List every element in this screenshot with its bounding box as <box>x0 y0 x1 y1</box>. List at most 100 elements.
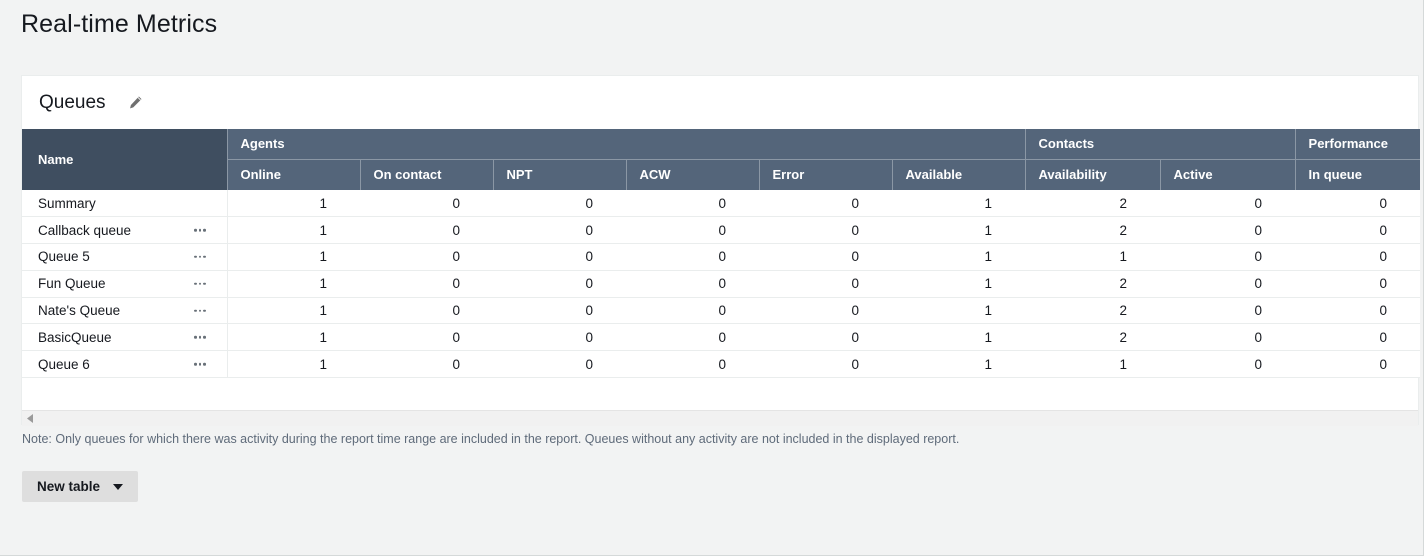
metric-cell: 0 <box>1160 324 1295 351</box>
table-row: Queue 6100001100 <box>22 351 1420 378</box>
new-table-button[interactable]: New table <box>22 471 138 502</box>
sub-header-row: Online On contact NPT ACW Error Availabl… <box>22 159 1420 190</box>
card-title: Queues <box>39 92 106 114</box>
column-header-on-contact[interactable]: On contact <box>360 159 493 190</box>
metric-cell: 0 <box>360 270 493 297</box>
column-header-online[interactable]: Online <box>227 159 360 190</box>
metric-cell: 1 <box>892 270 1025 297</box>
column-header-error[interactable]: Error <box>759 159 892 190</box>
metric-cell: 1 <box>227 270 360 297</box>
metric-cell: 0 <box>360 190 493 217</box>
metric-cell: 1 <box>892 217 1025 244</box>
group-header-performance: Performance <box>1295 129 1420 159</box>
metric-cell: 1 <box>1025 244 1160 271</box>
row-name-label: Callback queue <box>38 223 131 238</box>
column-header-in-queue[interactable]: In queue <box>1295 159 1420 190</box>
row-name-label: Queue 6 <box>38 357 90 372</box>
metric-cell: 2 <box>1025 190 1160 217</box>
caret-left-icon[interactable] <box>22 411 38 427</box>
queues-metrics-table: Name Agents Contacts Performance Online … <box>22 129 1420 378</box>
row-menu-icon[interactable] <box>194 229 206 232</box>
metric-cell: 1 <box>1025 351 1160 378</box>
metric-cell: 0 <box>1160 244 1295 271</box>
metric-cell: 0 <box>360 244 493 271</box>
realtime-metrics-page: Real-time Metrics Queues <box>0 0 1424 556</box>
metric-cell: 0 <box>360 217 493 244</box>
metric-cell: 0 <box>360 351 493 378</box>
new-table-label: New table <box>37 479 100 494</box>
row-name-label: Nate's Queue <box>38 303 120 318</box>
metric-cell: 0 <box>1295 324 1420 351</box>
row-name-label: Fun Queue <box>38 276 106 291</box>
table-body: Summary100001200Callback queue100001200Q… <box>22 190 1420 378</box>
metric-cell: 0 <box>493 324 626 351</box>
group-header-row: Name Agents Contacts Performance <box>22 129 1420 159</box>
metric-cell: 0 <box>626 297 759 324</box>
metric-cell: 2 <box>1025 297 1160 324</box>
metric-cell: 1 <box>892 297 1025 324</box>
metric-cell: 0 <box>360 297 493 324</box>
row-menu-icon[interactable] <box>194 336 206 339</box>
row-menu-icon[interactable] <box>194 283 206 286</box>
metric-cell: 0 <box>1160 217 1295 244</box>
table-head: Name Agents Contacts Performance Online … <box>22 129 1420 190</box>
row-name-cell: Fun Queue <box>22 270 227 297</box>
table-row: Queue 5100001100 <box>22 244 1420 271</box>
table-row: Callback queue100001200 <box>22 217 1420 244</box>
metric-cell: 0 <box>759 297 892 324</box>
group-header-contacts: Contacts <box>1025 129 1295 159</box>
row-name-label: BasicQueue <box>38 330 112 345</box>
metric-cell: 0 <box>759 270 892 297</box>
card-header: Queues <box>22 76 1418 129</box>
metric-cell: 1 <box>227 324 360 351</box>
row-menu-icon[interactable] <box>194 256 206 259</box>
column-header-acw[interactable]: ACW <box>626 159 759 190</box>
metric-cell: 1 <box>227 217 360 244</box>
metric-cell: 0 <box>493 190 626 217</box>
page-title: Real-time Metrics <box>21 10 217 39</box>
metric-cell: 0 <box>1295 244 1420 271</box>
column-header-available[interactable]: Available <box>892 159 1025 190</box>
row-name-label: Queue 5 <box>38 249 90 264</box>
metric-cell: 0 <box>759 324 892 351</box>
metric-cell: 0 <box>626 270 759 297</box>
metric-cell: 0 <box>759 351 892 378</box>
row-menu-icon[interactable] <box>194 309 206 312</box>
metric-cell: 0 <box>759 217 892 244</box>
metric-cell: 0 <box>360 324 493 351</box>
metric-cell: 0 <box>493 217 626 244</box>
report-note: Note: Only queues for which there was ac… <box>22 432 959 446</box>
metric-cell: 1 <box>892 190 1025 217</box>
metric-cell: 1 <box>227 351 360 378</box>
row-name-cell: Queue 6 <box>22 351 227 378</box>
column-header-name[interactable]: Name <box>22 129 227 190</box>
metrics-table-container: Name Agents Contacts Performance Online … <box>22 129 1420 378</box>
metric-cell: 0 <box>1295 190 1420 217</box>
metric-cell: 0 <box>1160 190 1295 217</box>
horizontal-scrollbar[interactable] <box>22 410 1418 426</box>
metric-cell: 0 <box>626 244 759 271</box>
table-row: BasicQueue100001200 <box>22 324 1420 351</box>
row-menu-icon[interactable] <box>194 363 206 366</box>
row-name-cell: Callback queue <box>22 217 227 244</box>
metric-cell: 0 <box>493 351 626 378</box>
metric-cell: 1 <box>892 351 1025 378</box>
metric-cell: 0 <box>493 297 626 324</box>
metric-cell: 0 <box>1295 297 1420 324</box>
column-header-active[interactable]: Active <box>1160 159 1295 190</box>
caret-down-icon <box>113 484 123 490</box>
column-header-availability[interactable]: Availability <box>1025 159 1160 190</box>
metric-cell: 1 <box>892 244 1025 271</box>
queues-table-card: Queues <box>21 75 1419 425</box>
column-header-npt[interactable]: NPT <box>493 159 626 190</box>
metric-cell: 0 <box>1160 270 1295 297</box>
table-row: Nate's Queue100001200 <box>22 297 1420 324</box>
metric-cell: 0 <box>1160 297 1295 324</box>
metric-cell: 0 <box>1295 217 1420 244</box>
metric-cell: 1 <box>227 297 360 324</box>
metric-cell: 1 <box>227 244 360 271</box>
metric-cell: 2 <box>1025 324 1160 351</box>
row-name-cell: Queue 5 <box>22 244 227 271</box>
pencil-icon[interactable] <box>126 93 146 113</box>
group-header-agents: Agents <box>227 129 1025 159</box>
